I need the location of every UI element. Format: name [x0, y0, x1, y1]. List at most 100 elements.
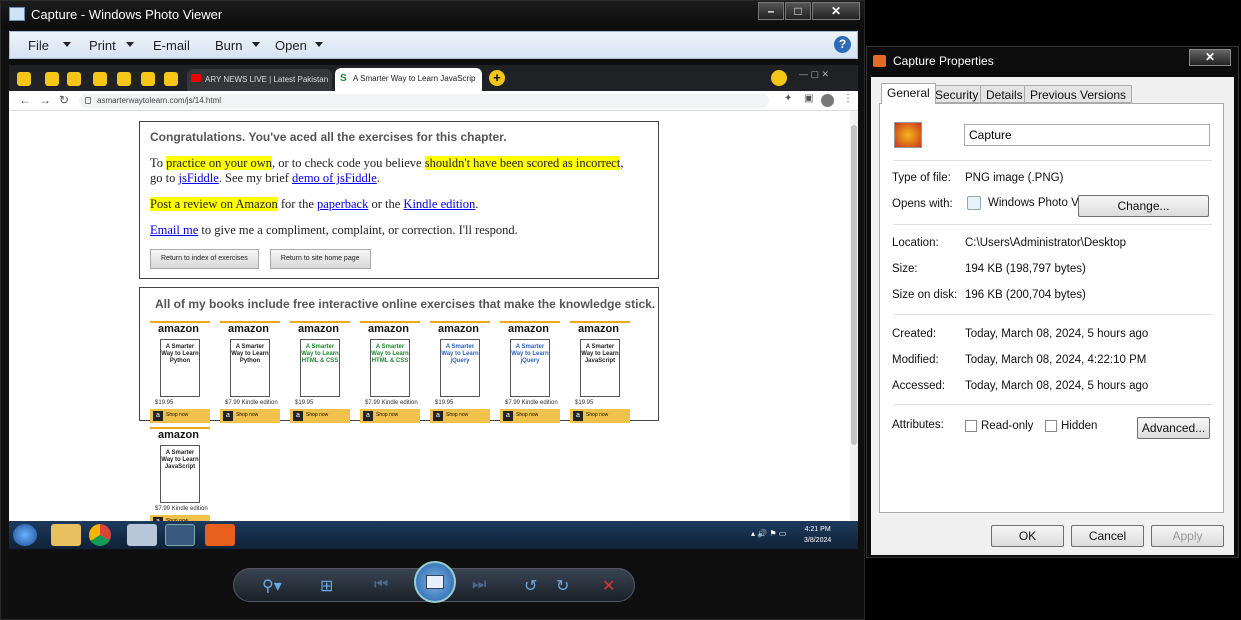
advanced-button[interactable]: Advanced... [1137, 417, 1210, 439]
close-button[interactable]: ✕ [1189, 49, 1231, 66]
divider [894, 160, 1212, 161]
reload-icon[interactable]: ↻ [59, 93, 69, 107]
book-card[interactable]: amazon A Smarter Way to Learn Python $7.99… [220, 321, 280, 423]
explorer-icon[interactable] [51, 524, 81, 546]
tab-active[interactable]: S A Smarter Way to Learn JavaScrip [335, 68, 482, 91]
ok-button[interactable]: OK [991, 525, 1064, 547]
shop-now-button[interactable]: Shop now [570, 409, 630, 423]
change-button[interactable]: Change... [1078, 195, 1209, 217]
tab-general[interactable]: General [881, 83, 936, 104]
book-card[interactable]: amazon A Smarter Way to Learn jQuery $19.9… [430, 321, 490, 423]
book-card[interactable]: amazon A Smarter Way to Learn HTML & CSS $… [360, 321, 420, 423]
readonly-checkbox[interactable] [965, 420, 977, 432]
shop-now-button[interactable]: Shop now [500, 409, 560, 423]
book-card[interactable]: amazon A Smarter Way to Learn jQuery $7.99… [500, 321, 560, 423]
tab-security[interactable]: Security [929, 85, 985, 103]
clock[interactable]: 4:21 PM 3/8/2024 [804, 524, 831, 546]
apply-button[interactable]: Apply [1151, 525, 1224, 547]
close-button[interactable]: ✕ [812, 2, 860, 20]
modified-value: Today, March 08, 2024, 4:22:10 PM [965, 354, 1147, 366]
xampp-icon[interactable] [205, 524, 235, 546]
upwork-icon[interactable] [67, 72, 81, 86]
sidebar-icon[interactable]: ▣ [804, 93, 813, 104]
divider [894, 314, 1212, 315]
window-controls[interactable]: — ▢ ✕ [799, 69, 829, 80]
book-card[interactable]: amazon A Smarter Way to Learn Python $19.9… [150, 321, 210, 423]
created-value: Today, March 08, 2024, 5 hours ago [965, 328, 1149, 340]
delete-icon[interactable]: ✕ [602, 576, 615, 596]
shop-now-button[interactable]: Shop now [430, 409, 490, 423]
previous-icon[interactable]: ⏮ [374, 576, 388, 594]
scrollbar-thumb[interactable] [851, 125, 857, 445]
bookmark-icon[interactable] [164, 72, 178, 86]
chevron-down-icon[interactable] [252, 42, 260, 47]
shop-now-button[interactable]: Shop now [150, 409, 210, 423]
filename-input[interactable]: Capture [964, 124, 1210, 146]
book-card[interactable]: amazon A Smarter Way to Learn JavaScript $… [570, 321, 630, 423]
type-value: PNG image (.PNG) [965, 172, 1064, 184]
new-tab-button[interactable]: + [489, 70, 505, 86]
menu-file[interactable]: File [28, 38, 49, 53]
hidden-checkbox[interactable] [1045, 420, 1057, 432]
bookmark-icon[interactable] [117, 72, 131, 86]
chrome-active-icon[interactable] [165, 524, 195, 546]
bookmark-icon[interactable] [17, 72, 31, 86]
shop-now-button[interactable]: Shop now [290, 409, 350, 423]
maximize-button[interactable]: □ [785, 2, 811, 20]
menu-burn[interactable]: Burn [215, 38, 242, 53]
menu-email[interactable]: E-mail [153, 38, 190, 53]
zoom-icon[interactable]: ⚲▾ [262, 576, 282, 596]
github-icon[interactable] [45, 72, 59, 86]
tab-previous-versions[interactable]: Previous Versions [1024, 85, 1133, 103]
forward-icon[interactable]: → [39, 93, 51, 107]
menu-print[interactable]: Print [89, 38, 116, 53]
rotate-right-icon[interactable]: ↻ [556, 576, 569, 596]
attributes-label: Attributes: [892, 419, 944, 431]
tray-icons[interactable]: ▴ 🔊 ⚑ ▭ [751, 529, 786, 538]
calculator-icon[interactable] [127, 524, 157, 546]
avatar[interactable] [821, 94, 834, 107]
menu-kebab-icon[interactable]: ⋮ [843, 93, 853, 104]
image-file-icon [873, 55, 886, 67]
bookmark-icon[interactable] [141, 72, 155, 86]
next-icon[interactable]: ⏭ [472, 576, 486, 594]
book-card[interactable]: amazon A Smarter Way to Learn JavaScript $… [150, 427, 210, 521]
shop-now-button[interactable]: Shop now [220, 409, 280, 423]
book-cover: A Smarter Way to Learn jQuery [510, 339, 550, 397]
rotate-left-icon[interactable]: ↺ [524, 576, 537, 596]
book-price: $19.95 [155, 400, 174, 406]
site-icon: S [340, 73, 347, 84]
gmail-icon[interactable] [93, 72, 107, 86]
photo-viewer-window: Capture - Windows Photo Viewer – □ ✕ Fil… [0, 0, 865, 620]
location-value: C:\Users\Administrator\Desktop [965, 237, 1127, 249]
chrome-icon[interactable] [89, 524, 111, 546]
tab-details[interactable]: Details [980, 85, 1029, 103]
actual-size-icon[interactable]: ⊞ [320, 576, 333, 596]
book-price: $7.99 Kindle edition [155, 506, 208, 512]
help-icon[interactable]: ? [834, 36, 851, 53]
url-field[interactable]: asmarterwaytolearn.com/js/14.html [79, 94, 769, 108]
chevron-down-icon[interactable] [126, 42, 134, 47]
dialog-title-bar[interactable]: Capture Properties ✕ [867, 47, 1238, 75]
tab-search-icon[interactable] [771, 70, 787, 86]
extensions-icon[interactable]: ✦ [784, 93, 792, 104]
chevron-down-icon[interactable] [63, 42, 71, 47]
book-card[interactable]: amazon A Smarter Way to Learn HTML & CSS $… [290, 321, 350, 423]
start-button[interactable] [13, 524, 37, 546]
shop-now-button[interactable]: Shop now [360, 409, 420, 423]
cancel-button[interactable]: Cancel [1071, 525, 1144, 547]
tab-ary-news[interactable]: ARY NEWS LIVE | Latest Pakistan [187, 69, 332, 91]
back-icon[interactable]: ← [19, 93, 31, 107]
chevron-down-icon[interactable] [315, 42, 323, 47]
book-price: $19.95 [295, 400, 314, 406]
slideshow-button[interactable] [414, 561, 456, 603]
title-bar[interactable]: Capture - Windows Photo Viewer – □ ✕ [1, 1, 864, 29]
type-label: Type of file: [892, 172, 951, 184]
amazon-logo: amazon [508, 323, 549, 335]
minimize-button[interactable]: – [758, 2, 784, 20]
clock-date: 3/8/2024 [804, 537, 832, 544]
menu-open[interactable]: Open [275, 38, 307, 53]
image-file-icon [894, 122, 922, 148]
book-price: $7.99 Kindle edition [365, 400, 418, 406]
address-bar: ← → ↻ asmarterwaytolearn.com/js/14.html … [9, 91, 858, 111]
